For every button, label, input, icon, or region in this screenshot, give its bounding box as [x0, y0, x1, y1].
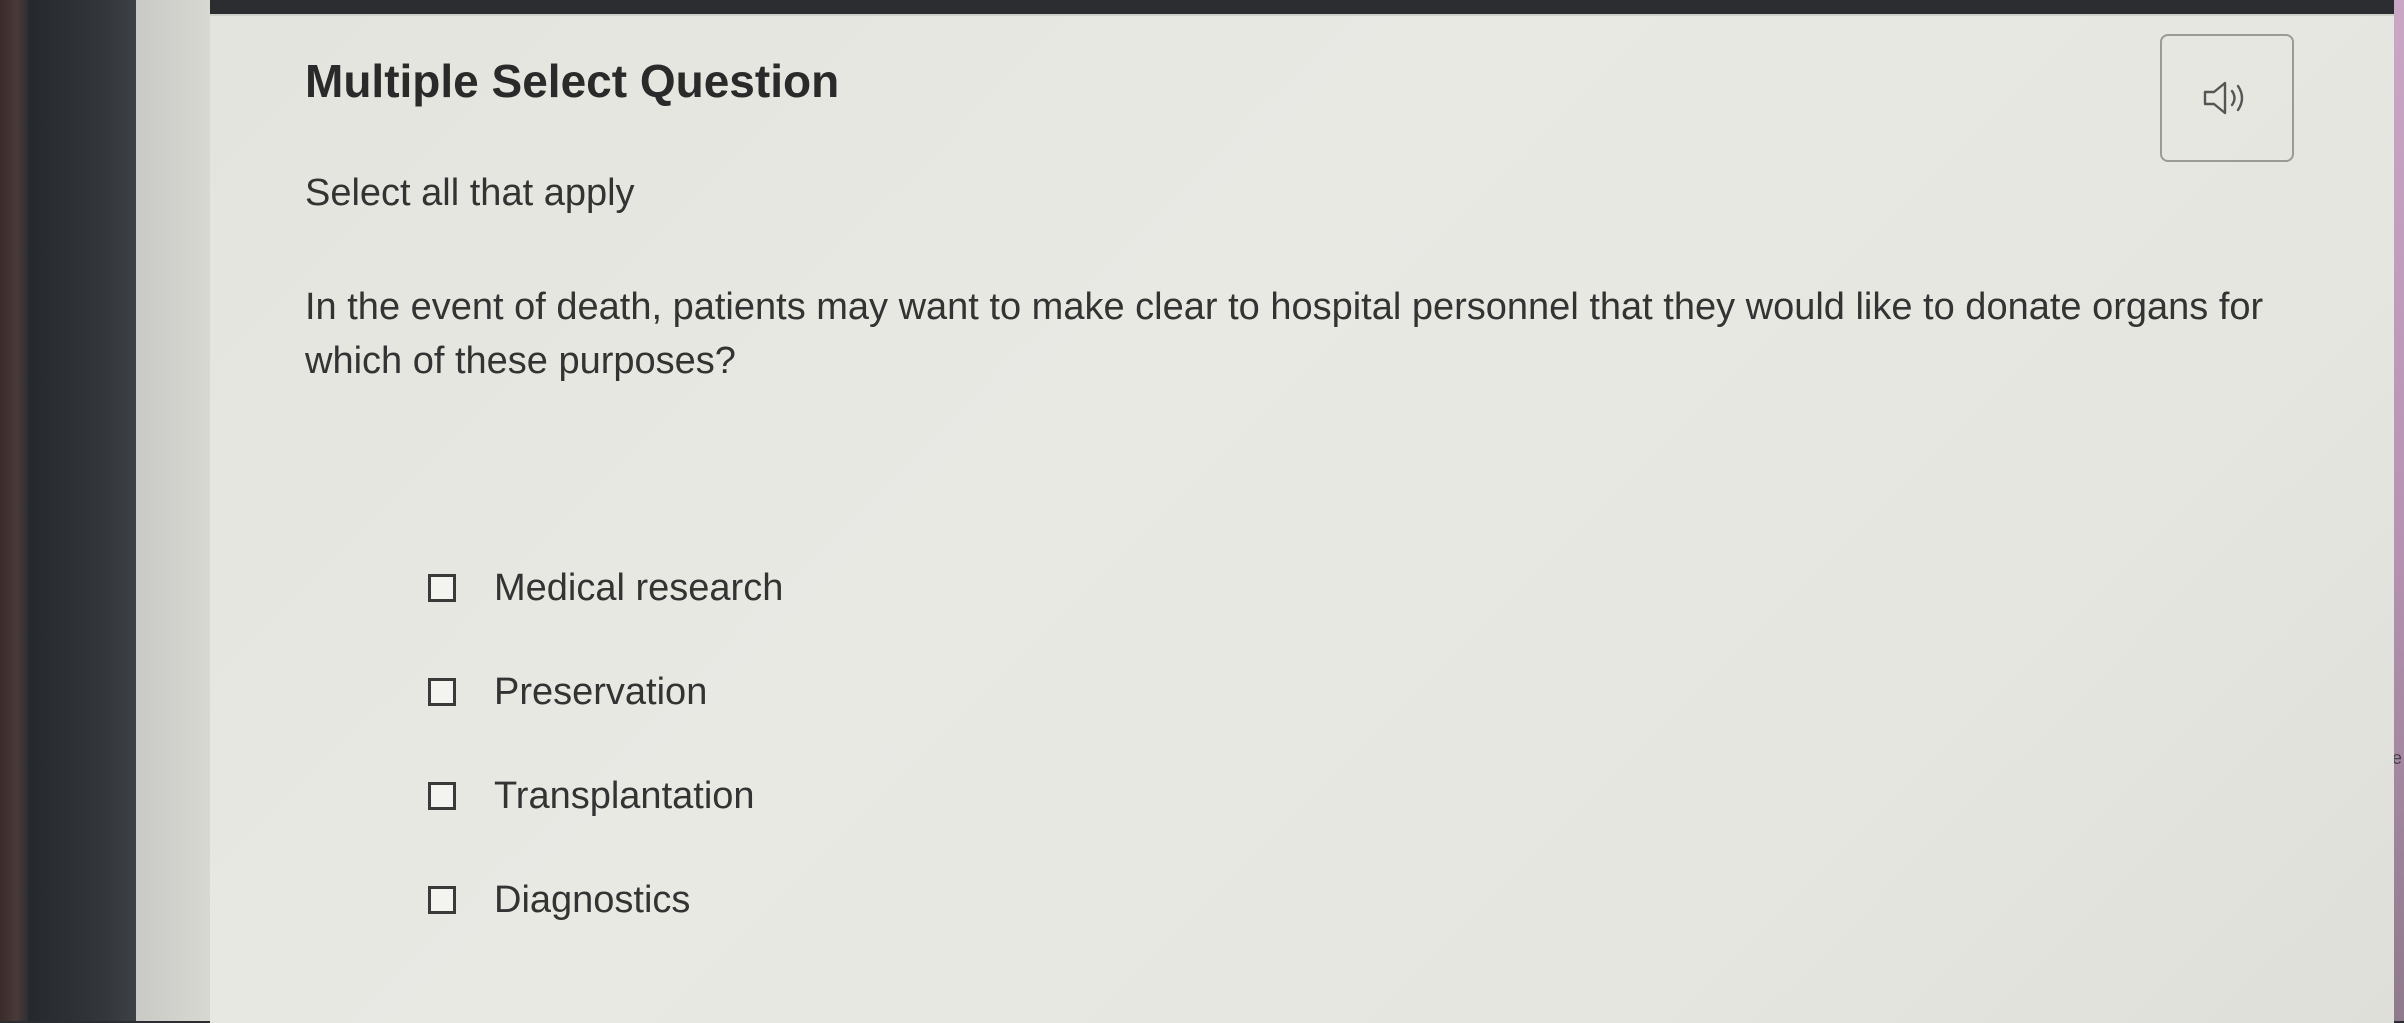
- instruction-text: Select all that apply: [305, 172, 635, 214]
- option-label: Transplantation: [494, 774, 755, 817]
- option-diagnostics[interactable]: Diagnostics: [428, 848, 783, 952]
- sidebar-strip: [28, 0, 136, 1021]
- audio-button[interactable]: [2160, 34, 2294, 162]
- option-medical-research[interactable]: Medical research: [428, 536, 783, 640]
- right-edge: [2394, 0, 2404, 1021]
- monitor-bezel: [0, 0, 28, 1021]
- question-title: Multiple Select Question: [305, 55, 840, 107]
- checkbox[interactable]: [428, 886, 456, 914]
- checkbox[interactable]: [428, 574, 456, 602]
- question-prompt: In the event of death, patients may want…: [305, 286, 2264, 382]
- answer-options: Medical research Preservation Transplant…: [428, 536, 783, 952]
- option-transplantation[interactable]: Transplantation: [428, 744, 783, 848]
- option-label: Medical research: [494, 566, 784, 609]
- option-label: Preservation: [494, 670, 708, 713]
- checkbox[interactable]: [428, 678, 456, 706]
- page-margin: [136, 0, 210, 1021]
- speaker-icon: [2203, 81, 2244, 115]
- option-label: Diagnostics: [494, 878, 691, 921]
- option-preservation[interactable]: Preservation: [428, 640, 783, 744]
- checkbox[interactable]: [428, 782, 456, 810]
